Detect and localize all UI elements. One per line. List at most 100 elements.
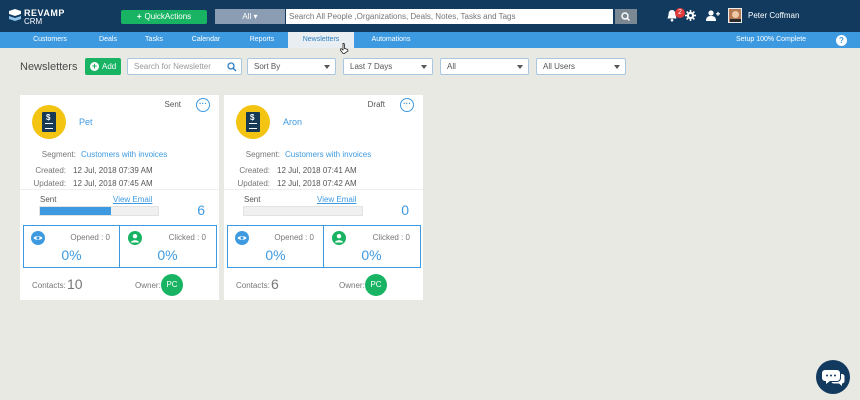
quick-actions-button[interactable]: + QuickActions xyxy=(121,10,207,24)
page-title: Newsletters xyxy=(20,61,78,73)
newsletter-icon: $ xyxy=(236,105,270,139)
click-user-icon xyxy=(128,231,142,245)
app-logo[interactable]: REVAMP CRM xyxy=(8,6,68,28)
owner-label: Owner: xyxy=(339,281,365,290)
notification-badge: 2 xyxy=(675,8,685,18)
newsletter-name[interactable]: Pet xyxy=(79,117,93,127)
opened-label: Opened : 0 xyxy=(274,233,314,242)
logo-mark-icon xyxy=(9,9,21,21)
newsletter-search-input[interactable]: Search for Newsletter xyxy=(127,58,242,75)
top-bar: REVAMP CRM +QuickActions All ▾ 2 Peter C… xyxy=(0,0,860,32)
chevron-down-icon xyxy=(517,65,523,69)
segment-link[interactable]: Customers with invoices xyxy=(285,150,371,159)
eye-icon xyxy=(31,231,45,245)
nav-deals[interactable]: Deals xyxy=(88,32,128,48)
view-email-link[interactable]: View Email xyxy=(113,195,152,204)
global-search: All ▾ xyxy=(215,9,637,24)
date-range-label: Last 7 Days xyxy=(350,62,393,71)
opened-label: Opened : 0 xyxy=(70,233,110,242)
sent-count: 6 xyxy=(197,202,205,218)
newsletter-icon: $ xyxy=(32,105,66,139)
clicked-percent: 0% xyxy=(157,247,178,263)
updated-label: Updated: xyxy=(33,179,66,188)
mouse-cursor-icon xyxy=(340,43,349,54)
newsletter-card[interactable]: $ Aron Draft ··· Segment: Customers with… xyxy=(224,95,423,300)
nav-customers[interactable]: Customers xyxy=(22,32,78,48)
status-filter-label: All xyxy=(447,62,456,71)
clicked-label: Clicked : 0 xyxy=(372,233,410,242)
segment-label: Segment: xyxy=(41,150,76,159)
chat-icon xyxy=(822,370,845,386)
newsletter-status: Sent xyxy=(164,100,181,109)
contacts-label: Contacts: xyxy=(236,281,270,290)
more-options-icon[interactable]: ··· xyxy=(196,98,210,112)
caret-down-icon: ▾ xyxy=(253,12,258,21)
stats-panel: Opened : 0 0% Clicked : 0 0% xyxy=(23,225,217,268)
nav-calendar[interactable]: Calendar xyxy=(183,32,229,48)
updated-value: 12 Jul, 2018 07:45 AM xyxy=(73,179,153,188)
clicked-label: Clicked : 0 xyxy=(168,233,206,242)
created-label: Created: xyxy=(239,166,270,175)
add-button-label: Add xyxy=(102,62,117,71)
owner-avatar[interactable]: PC xyxy=(365,274,387,296)
search-button[interactable] xyxy=(615,9,637,24)
add-user-icon[interactable] xyxy=(706,10,720,21)
gear-icon[interactable] xyxy=(685,10,696,21)
nav-tasks[interactable]: Tasks xyxy=(135,32,173,48)
stats-panel: Opened : 0 0% Clicked : 0 0% xyxy=(227,225,421,268)
segment-label: Segment: xyxy=(245,150,280,159)
status-filter-dropdown[interactable]: All xyxy=(440,58,529,75)
chevron-down-icon xyxy=(324,65,330,69)
add-newsletter-button[interactable]: + Add xyxy=(85,58,121,75)
search-icon xyxy=(621,12,630,21)
sent-count: 0 xyxy=(401,202,409,218)
sort-by-label: Sort By xyxy=(254,62,281,71)
divider xyxy=(224,189,423,190)
global-search-input[interactable] xyxy=(286,9,613,24)
sent-label: Sent xyxy=(40,195,57,204)
plus-circle-icon: + xyxy=(90,61,99,71)
newsletter-status: Draft xyxy=(367,100,385,109)
view-email-link[interactable]: View Email xyxy=(317,195,356,204)
segment-link[interactable]: Customers with invoices xyxy=(81,150,167,159)
newsletter-name[interactable]: Aron xyxy=(283,117,302,127)
divider xyxy=(20,189,219,190)
eye-icon xyxy=(235,231,249,245)
help-icon[interactable]: ? xyxy=(836,35,847,46)
plus-icon: + xyxy=(136,12,142,21)
nav-reports[interactable]: Reports xyxy=(240,32,284,48)
created-label: Created: xyxy=(35,166,66,175)
sent-progress-fill xyxy=(40,207,111,215)
updated-value: 12 Jul, 2018 07:42 AM xyxy=(277,179,357,188)
click-user-icon xyxy=(332,231,346,245)
chat-widget-button[interactable] xyxy=(816,360,850,394)
owner-avatar[interactable]: PC xyxy=(161,274,183,296)
updated-label: Updated: xyxy=(237,179,270,188)
opened-percent: 0% xyxy=(265,247,286,263)
chevron-down-icon xyxy=(421,65,427,69)
newsletter-card[interactable]: $ Pet Sent ··· Segment: Customers with i… xyxy=(20,95,219,300)
contacts-label: Contacts: xyxy=(32,281,66,290)
sort-by-dropdown[interactable]: Sort By xyxy=(247,58,336,75)
search-icon[interactable] xyxy=(227,62,237,72)
contacts-count: 10 xyxy=(67,276,83,292)
created-value: 12 Jul, 2018 07:41 AM xyxy=(277,166,357,175)
newsletter-search-placeholder: Search for Newsletter xyxy=(134,62,211,71)
nav-automations[interactable]: Automations xyxy=(362,32,420,48)
date-range-dropdown[interactable]: Last 7 Days xyxy=(343,58,433,75)
chevron-down-icon xyxy=(614,65,620,69)
clicked-percent: 0% xyxy=(361,247,382,263)
sent-progress-bar xyxy=(39,206,159,216)
opened-percent: 0% xyxy=(61,247,82,263)
user-filter-dropdown[interactable]: All Users xyxy=(536,58,626,75)
user-filter-label: All Users xyxy=(543,62,576,71)
created-value: 12 Jul, 2018 07:39 AM xyxy=(73,166,153,175)
quick-actions-label: QuickActions xyxy=(144,12,192,21)
more-options-icon[interactable]: ··· xyxy=(400,98,414,112)
logo-subtext: CRM xyxy=(24,17,43,26)
setup-progress-link[interactable]: Setup 100% Complete xyxy=(736,32,806,48)
contacts-count: 6 xyxy=(271,276,279,292)
user-name[interactable]: Peter Coffman xyxy=(748,11,799,20)
search-scope-dropdown[interactable]: All ▾ xyxy=(215,9,285,24)
user-avatar[interactable] xyxy=(728,8,742,23)
